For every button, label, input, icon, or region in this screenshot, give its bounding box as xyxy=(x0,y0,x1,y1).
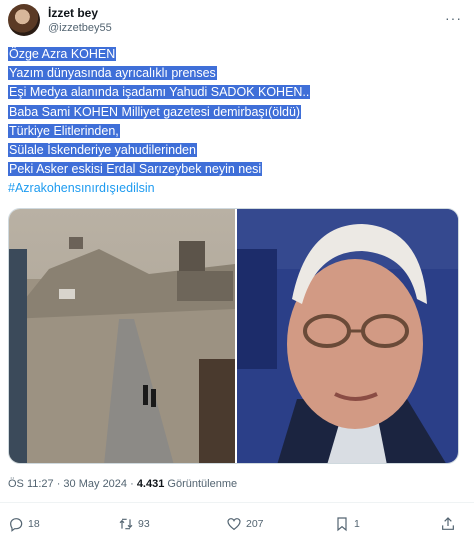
tweet-header: İzzet bey @izzetbey55 ··· xyxy=(8,4,468,38)
like-count: 207 xyxy=(246,518,264,530)
hashtag-link[interactable]: #Azrakohensınırdışıedilsin xyxy=(8,179,448,198)
reply-count: 18 xyxy=(28,518,40,530)
share-icon xyxy=(442,517,454,530)
media-photo-portrait[interactable] xyxy=(237,209,459,464)
avatar[interactable] xyxy=(8,4,40,36)
tweet-line: Özge Azra KOHEN xyxy=(8,47,117,61)
tweet-media xyxy=(8,208,459,464)
share-button[interactable] xyxy=(440,514,456,534)
divider xyxy=(0,502,474,503)
tweet-line: Eşi Medya alanında işadamı Yahudi SADOK … xyxy=(8,85,311,100)
tweet-meta: ÖS 11:27 · 30 May 2024 · 4.431 Görüntüle… xyxy=(8,478,237,490)
tweet-line: Yazım dünyasında ayrıcalıklı prenses xyxy=(8,66,217,81)
reply-button[interactable]: 18 xyxy=(8,514,40,534)
views-label: Görüntülenme xyxy=(164,478,238,490)
timestamp[interactable]: ÖS 11:27 · 30 May 2024 · xyxy=(8,478,137,490)
like-button[interactable]: 207 xyxy=(226,514,264,534)
action-bar: 18 93 207 1 xyxy=(8,514,468,536)
bookmark-button[interactable]: 1 xyxy=(334,514,360,534)
tweet-text: Özge Azra KOHEN Yazım dünyasında ayrıcal… xyxy=(8,45,448,199)
bookmark-icon xyxy=(337,517,347,532)
bookmark-count: 1 xyxy=(354,518,360,530)
reply-icon xyxy=(10,518,23,532)
author-handle[interactable]: @izzetbey55 xyxy=(48,22,112,34)
heart-icon xyxy=(227,518,241,531)
tweet-line: Baba Sami KOHEN Milliyet gazetesi demirb… xyxy=(8,104,302,119)
author-name[interactable]: İzzet bey xyxy=(48,6,98,20)
repost-count: 93 xyxy=(138,518,150,530)
tweet-line: Türkiye Elitlerinden, xyxy=(8,123,120,138)
tweet: İzzet bey @izzetbey55 ··· Özge Azra KOHE… xyxy=(0,0,474,543)
repost-button[interactable]: 93 xyxy=(118,514,150,534)
repost-icon xyxy=(119,518,133,530)
view-count: 4.431 xyxy=(136,478,165,490)
tweet-line: Peki Asker eskisi Erdal Sarızeybek neyin… xyxy=(8,162,263,177)
tweet-line: Sülale İskenderiye yahudilerinden xyxy=(8,143,197,158)
more-options-icon[interactable]: ··· xyxy=(445,10,462,26)
media-photo-road[interactable] xyxy=(9,209,235,464)
